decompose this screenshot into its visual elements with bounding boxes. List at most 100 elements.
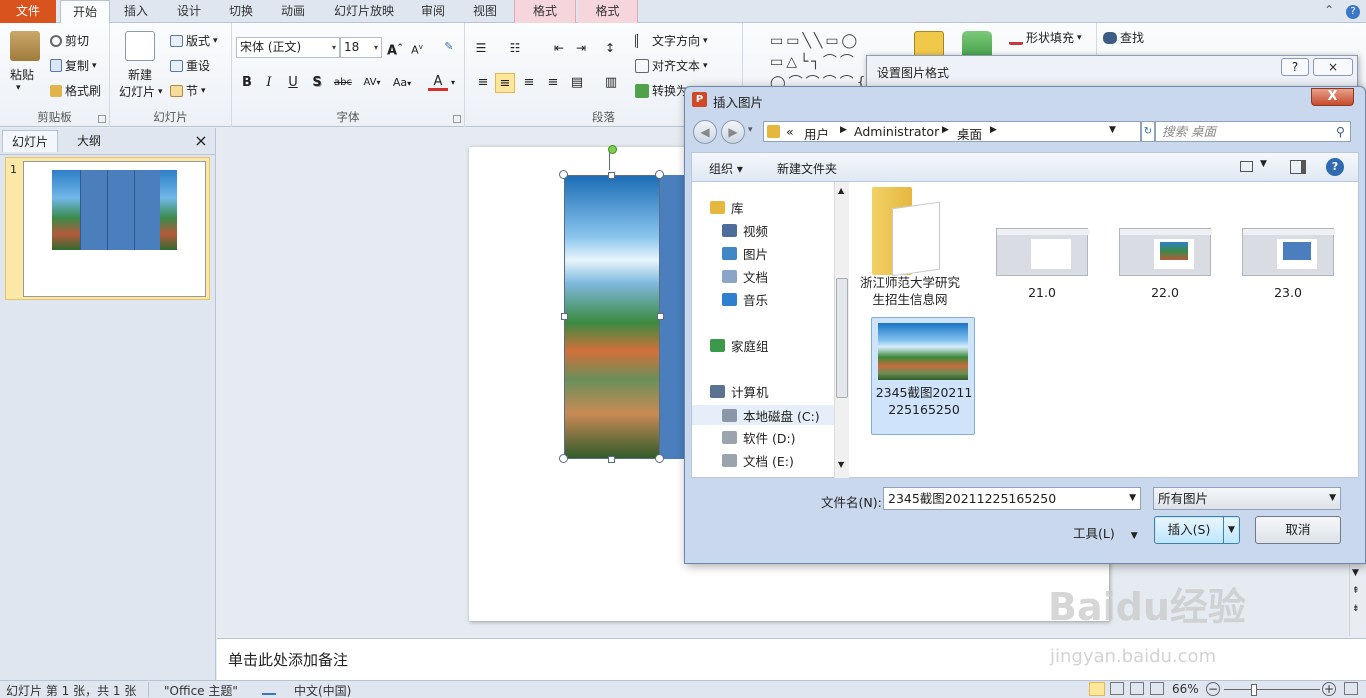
nav-scrollbar[interactable]: ▲ ▼ — [834, 182, 849, 478]
language[interactable]: 中文(中国) — [294, 682, 351, 698]
shrink-font-button[interactable]: Av — [407, 37, 427, 57]
resize-handle-br[interactable] — [655, 454, 664, 463]
insert-button[interactable]: 插入(S) ▼ — [1154, 516, 1240, 544]
bullets-icon[interactable]: ☰ — [471, 38, 491, 58]
text-direction-button[interactable]: 文字方向 ▾ — [635, 32, 708, 49]
normal-view-icon[interactable] — [1089, 682, 1105, 696]
zoom-level[interactable]: 66% — [1172, 682, 1199, 696]
tab-outline-pane[interactable]: 大纲 — [60, 130, 118, 152]
dialog-close-button[interactable]: X — [1311, 88, 1354, 106]
address-overflow[interactable]: « — [786, 124, 794, 139]
new-slide-icon[interactable] — [125, 31, 155, 61]
help-icon[interactable]: ? — [1346, 5, 1360, 19]
nav-item[interactable]: 文档 (E:) — [722, 451, 794, 470]
tab-file[interactable]: 文件 — [0, 0, 56, 23]
shape-fill-button[interactable]: 形状填充 ▾ — [1009, 29, 1082, 46]
insert-dropdown-icon[interactable]: ▼ — [1223, 517, 1239, 543]
forward-button[interactable]: ▶ — [721, 120, 745, 144]
back-button[interactable]: ◀ — [693, 120, 717, 144]
paste-dropdown-icon[interactable]: ▾ — [16, 83, 21, 93]
increase-indent-icon[interactable]: ⇥ — [571, 38, 591, 58]
file-type-dropdown-icon[interactable]: ▼ — [1329, 488, 1336, 509]
fit-to-window-icon[interactable] — [1344, 682, 1358, 695]
resize-handle-tl[interactable] — [559, 170, 568, 179]
nav-item[interactable]: 软件 (D:) — [722, 428, 796, 447]
next-slide-icon[interactable]: ⇟ — [1352, 604, 1360, 614]
view-dropdown-icon[interactable]: ▼ — [1260, 159, 1267, 169]
dialog-help-icon[interactable]: ? — [1326, 158, 1344, 176]
filename-input[interactable]: 2345截图20211225165250 ▼ — [883, 487, 1141, 510]
char-spacing-button[interactable]: AV▾ — [359, 73, 385, 93]
format-painter-button[interactable]: 格式刷 — [50, 82, 101, 99]
breadcrumb-administrator[interactable]: Administrator — [854, 124, 939, 139]
address-dropdown-icon[interactable]: ▼ — [1109, 125, 1116, 135]
address-bar[interactable]: « 用户 ▶ Administrator ▶ 桌面 ▶ ▼ — [763, 121, 1141, 142]
file-selected-item[interactable]: 2345截图20211225165250 — [871, 317, 975, 435]
preview-pane-icon[interactable] — [1290, 160, 1306, 174]
grow-font-button[interactable]: A^ — [385, 37, 405, 58]
nav-item[interactable]: 计算机 — [710, 382, 769, 401]
align-text-button[interactable]: 对齐文本 ▾ — [635, 57, 708, 74]
nav-item[interactable]: 库 — [710, 198, 744, 217]
scroll-down-icon[interactable]: ▼ — [1352, 568, 1359, 578]
refresh-icon[interactable]: ↻ — [1141, 121, 1155, 142]
justify-icon[interactable]: ≡ — [543, 73, 563, 93]
find-button[interactable]: 查找 — [1103, 29, 1144, 46]
font-color-button[interactable]: A — [428, 73, 448, 91]
resize-handle-tr[interactable] — [655, 170, 664, 179]
tools-button[interactable]: 工具(L) ▼ — [1073, 523, 1138, 542]
nav-item[interactable]: 家庭组 — [710, 336, 769, 355]
layout-button[interactable]: 版式 ▾ — [170, 32, 218, 49]
font-color-dropdown-icon[interactable]: ▾ — [448, 73, 458, 93]
reading-view-icon[interactable] — [1130, 682, 1144, 695]
slide-thumbnail[interactable] — [23, 161, 206, 297]
strikethrough-button[interactable]: abc — [331, 73, 355, 93]
align-left-icon[interactable]: ≡ — [473, 73, 493, 93]
rotate-handle[interactable] — [608, 145, 617, 154]
convert-smartart-button[interactable]: 转换为 — [635, 82, 688, 99]
columns-icon[interactable]: ▥ — [601, 73, 621, 93]
tab-design[interactable]: 设计 — [164, 0, 214, 23]
tab-slideshow[interactable]: 幻灯片放映 — [322, 0, 406, 23]
ppt-thumbnail-blue[interactable] — [1242, 228, 1335, 276]
align-center-icon[interactable]: ≡ — [495, 73, 515, 93]
bold-button[interactable]: B — [237, 73, 257, 93]
file-folder[interactable]: 浙江师范大学研究生招生信息网 — [858, 274, 962, 308]
nav-item[interactable]: 文档 — [722, 267, 768, 286]
filename-dropdown-icon[interactable]: ▼ — [1129, 488, 1136, 509]
organize-button[interactable]: 组织 ▾ — [709, 160, 743, 177]
breadcrumb-desktop[interactable]: 桌面 — [957, 124, 982, 143]
zoom-slider-thumb[interactable] — [1251, 684, 1257, 696]
ppt-thumbnail-blank[interactable] — [996, 228, 1089, 276]
font-size-combo[interactable]: 18 ▾ — [340, 37, 382, 58]
tab-format-drawing[interactable]: 格式 — [514, 0, 576, 23]
format-dialog-close-button[interactable]: × — [1313, 58, 1353, 76]
resize-handle-b[interactable] — [608, 456, 615, 463]
zoom-in-icon[interactable]: + — [1322, 682, 1336, 696]
section-button[interactable]: 节 ▾ — [170, 82, 206, 99]
resize-handle-t[interactable] — [608, 172, 615, 179]
tab-view[interactable]: 视图 — [462, 0, 508, 23]
tab-transitions[interactable]: 切换 — [218, 0, 264, 23]
recent-locations-icon[interactable]: ▾ — [748, 125, 753, 135]
breadcrumb-users[interactable]: 用户 — [804, 124, 829, 143]
theme-name[interactable]: "Office 主题" — [164, 682, 238, 698]
tab-insert[interactable]: 插入 — [114, 0, 158, 23]
new-slide-button[interactable]: 幻灯片 ▾ — [119, 83, 163, 100]
nav-scroll-up-icon[interactable]: ▲ — [838, 186, 844, 195]
zoom-out-icon[interactable]: − — [1206, 682, 1220, 696]
distributed-icon[interactable]: ▤ — [567, 73, 587, 93]
numbering-icon[interactable]: ☷ — [505, 38, 525, 58]
change-case-button[interactable]: Aa▾ — [390, 73, 414, 93]
view-options-icon[interactable] — [1240, 161, 1253, 172]
tab-home[interactable]: 开始 — [60, 0, 110, 24]
nav-item[interactable]: 本地磁盘 (C:) — [692, 405, 834, 425]
tab-review[interactable]: 审阅 — [410, 0, 456, 23]
tab-format-picture[interactable]: 格式 — [578, 0, 638, 23]
minimize-ribbon-icon[interactable]: ⌃ — [1324, 3, 1334, 17]
file-23[interactable]: 23.0 — [1242, 284, 1334, 301]
folder-large-icon[interactable] — [872, 187, 940, 277]
copy-button[interactable]: 复制 ▾ — [50, 57, 97, 74]
search-input[interactable]: 搜索 桌面 ⚲ — [1155, 121, 1351, 142]
paste-icon[interactable] — [10, 31, 40, 61]
